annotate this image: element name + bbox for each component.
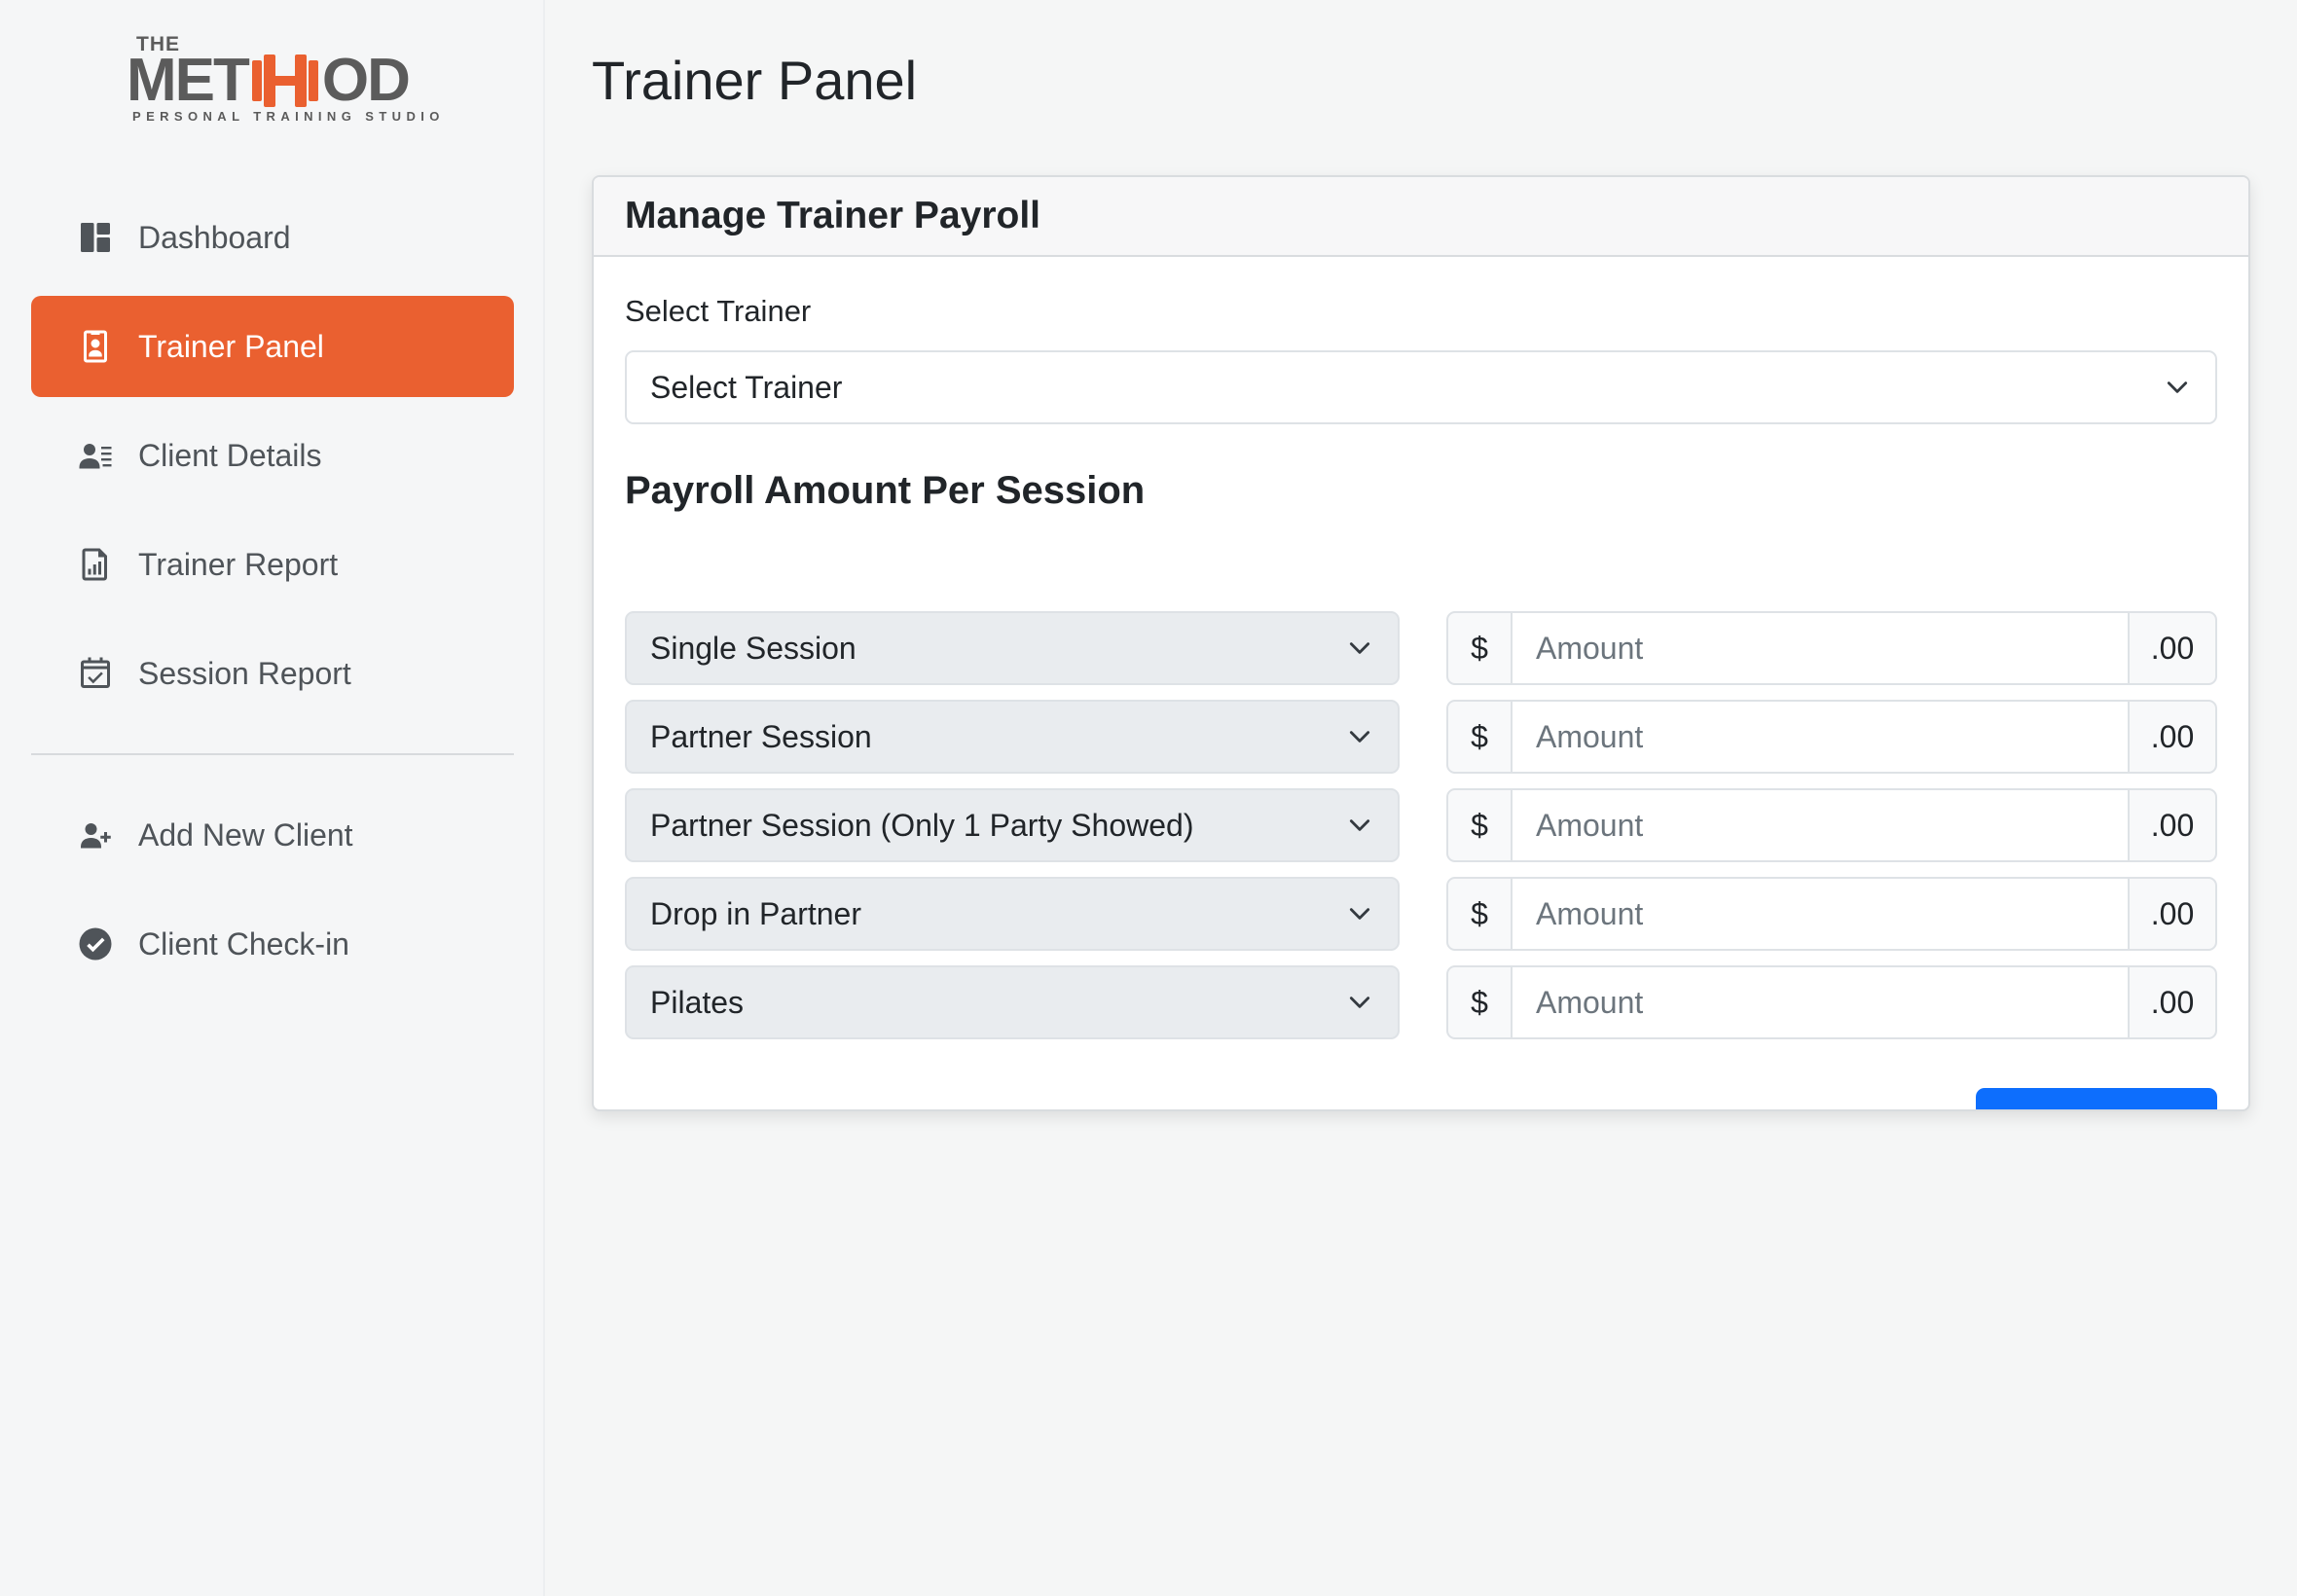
sidebar-divider bbox=[31, 753, 514, 755]
sidebar-item-label: Trainer Panel bbox=[138, 328, 324, 364]
chevron-down-icon bbox=[2167, 381, 2188, 393]
dumbbell-icon bbox=[251, 54, 318, 107]
card-title: Manage Trainer Payroll bbox=[594, 177, 2248, 257]
session-type-value: Drop in Partner bbox=[650, 895, 861, 931]
save-changes-button[interactable]: Save Changes bbox=[1976, 1088, 2217, 1109]
sidebar-item-label: Session Report bbox=[138, 655, 351, 691]
chevron-down-icon bbox=[1349, 642, 1370, 654]
sidebar-item-label: Dashboard bbox=[138, 219, 291, 255]
session-type-select[interactable]: Pilates bbox=[625, 965, 1400, 1039]
cents-addon: .00 bbox=[2128, 611, 2217, 685]
payroll-section-title: Payroll Amount Per Session bbox=[625, 469, 1146, 512]
chevron-down-icon bbox=[1349, 819, 1370, 831]
cents-addon: .00 bbox=[2128, 965, 2217, 1039]
amount-input[interactable] bbox=[1513, 611, 2128, 685]
currency-addon: $ bbox=[1446, 877, 1513, 951]
session-type-value: Partner Session (Only 1 Party Showed) bbox=[650, 807, 1194, 843]
sidebar-item-client-details[interactable]: Client Details bbox=[31, 405, 514, 506]
sidebar-item-label: Trainer Report bbox=[138, 546, 339, 582]
brand-logo[interactable]: THE MET OD PERSONAL TRAINING STUDIO bbox=[127, 31, 439, 128]
report-chart-icon bbox=[76, 545, 115, 584]
sidebar: THE MET OD PERSONAL TRAINING STUDIO Dash… bbox=[0, 0, 545, 1596]
sidebar-item-label: Add New Client bbox=[138, 816, 353, 852]
id-badge-icon bbox=[76, 327, 115, 366]
sidebar-item-session-report[interactable]: Session Report bbox=[31, 623, 514, 724]
sidebar-item-dashboard[interactable]: Dashboard bbox=[31, 187, 514, 288]
calendar-check-icon bbox=[76, 654, 115, 693]
session-type-select[interactable]: Drop in Partner bbox=[625, 877, 1400, 951]
chevron-down-icon bbox=[1349, 908, 1370, 920]
amount-input-group: $ .00 bbox=[1446, 788, 2217, 862]
amount-input[interactable] bbox=[1513, 700, 2128, 774]
currency-addon: $ bbox=[1446, 611, 1513, 685]
session-type-select[interactable]: Partner Session bbox=[625, 700, 1400, 774]
payroll-card: Manage Trainer Payroll Select Trainer Se… bbox=[592, 175, 2250, 1111]
sidebar-item-label: Client Check-in bbox=[138, 925, 349, 961]
check-circle-icon bbox=[76, 925, 115, 963]
session-type-value: Pilates bbox=[650, 984, 745, 1020]
session-type-value: Single Session bbox=[650, 630, 857, 666]
session-type-value: Partner Session bbox=[650, 718, 872, 754]
amount-input[interactable] bbox=[1513, 788, 2128, 862]
amount-input-group: $ .00 bbox=[1446, 877, 2217, 951]
select-trainer-dropdown[interactable]: Select Trainer bbox=[625, 350, 2217, 424]
logo-word-left: MET bbox=[127, 47, 250, 114]
currency-addon: $ bbox=[1446, 965, 1513, 1039]
logo-tagline: PERSONAL TRAINING STUDIO bbox=[132, 109, 445, 124]
user-plus-icon bbox=[76, 816, 115, 854]
logo-wordmark: MET OD bbox=[127, 47, 411, 114]
chevron-down-icon bbox=[1349, 997, 1370, 1008]
page-title: Trainer Panel bbox=[592, 50, 918, 111]
amount-input[interactable] bbox=[1513, 877, 2128, 951]
cents-addon: .00 bbox=[2128, 700, 2217, 774]
select-trainer-value: Select Trainer bbox=[650, 369, 843, 405]
amount-input-group: $ .00 bbox=[1446, 965, 2217, 1039]
sidebar-item-label: Client Details bbox=[138, 437, 322, 473]
amount-input-group: $ .00 bbox=[1446, 611, 2217, 685]
select-trainer-label: Select Trainer bbox=[625, 294, 812, 328]
session-type-select[interactable]: Partner Session (Only 1 Party Showed) bbox=[625, 788, 1400, 862]
sidebar-nav: Dashboard Trainer Panel Client Details T… bbox=[31, 187, 514, 1002]
sidebar-item-add-new-client[interactable]: Add New Client bbox=[31, 784, 514, 886]
session-type-select[interactable]: Single Session bbox=[625, 611, 1400, 685]
amount-input-group: $ .00 bbox=[1446, 700, 2217, 774]
chevron-down-icon bbox=[1349, 731, 1370, 743]
sidebar-item-client-check-in[interactable]: Client Check-in bbox=[31, 893, 514, 995]
cents-addon: .00 bbox=[2128, 788, 2217, 862]
logo-word-right: OD bbox=[321, 47, 411, 114]
user-list-icon bbox=[76, 436, 115, 475]
currency-addon: $ bbox=[1446, 700, 1513, 774]
currency-addon: $ bbox=[1446, 788, 1513, 862]
sidebar-item-trainer-report[interactable]: Trainer Report bbox=[31, 514, 514, 615]
sidebar-item-trainer-panel[interactable]: Trainer Panel bbox=[31, 296, 514, 397]
dashboard-icon bbox=[76, 218, 115, 257]
cents-addon: .00 bbox=[2128, 877, 2217, 951]
amount-input[interactable] bbox=[1513, 965, 2128, 1039]
